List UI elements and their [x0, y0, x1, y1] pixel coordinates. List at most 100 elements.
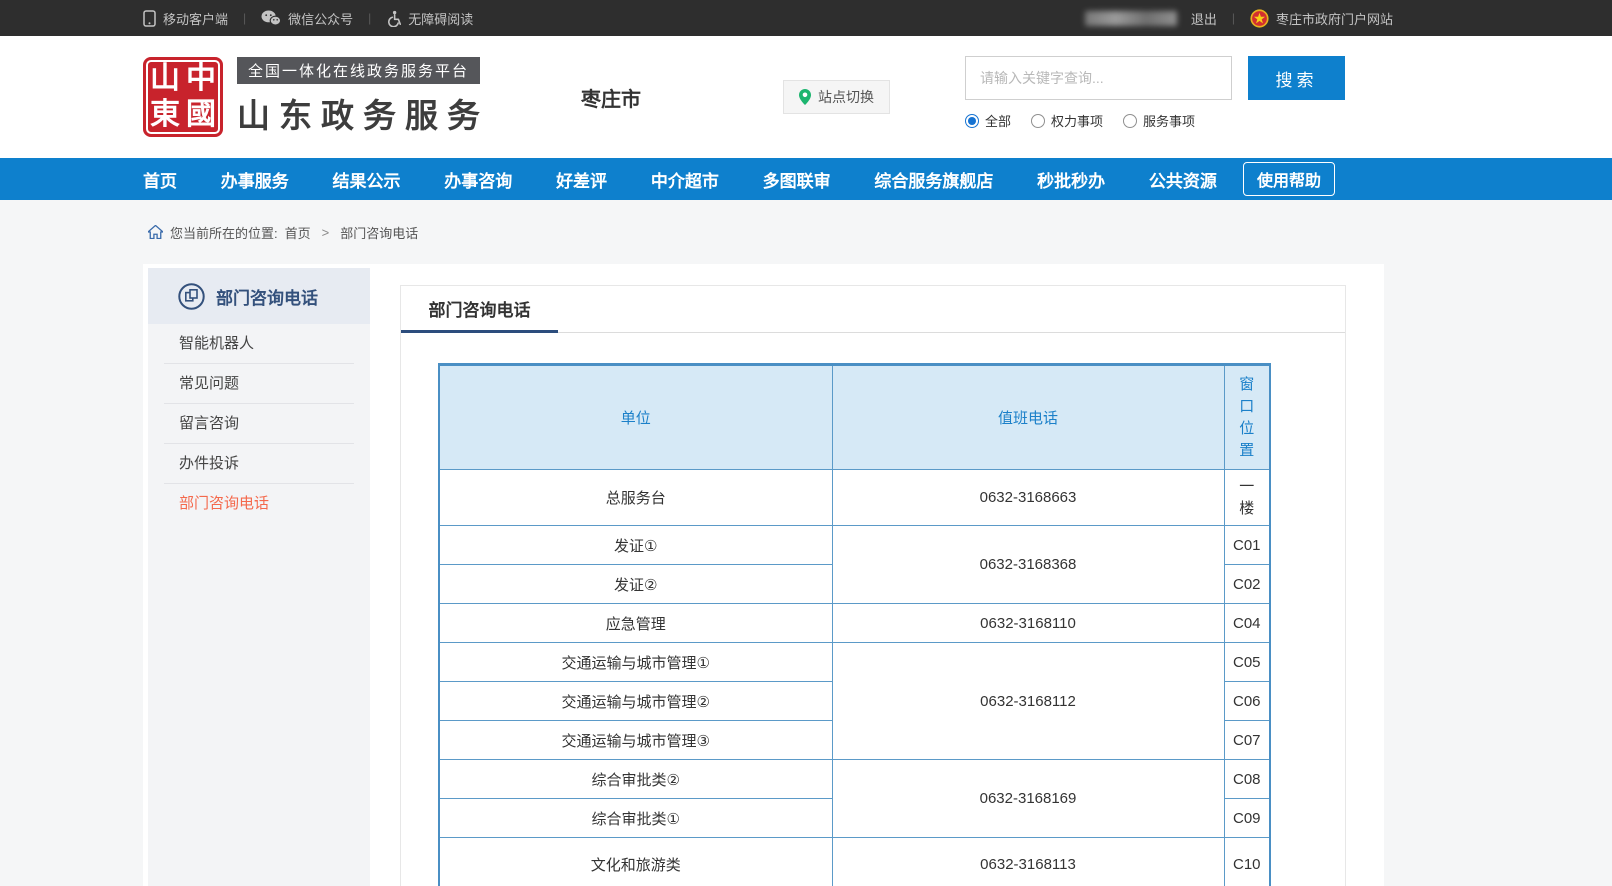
portal-link[interactable]: 枣庄市政府门户网站 — [1250, 9, 1393, 28]
window-cell: C09 — [1224, 799, 1270, 838]
sidebar-item[interactable]: 留言咨询 — [164, 404, 354, 444]
content-card: 部门咨询电话 智能机器人常见问题留言咨询办件投诉部门咨询电话 部门咨询电话 单位… — [143, 264, 1384, 886]
topbar-divider: | — [1232, 11, 1235, 25]
unit-cell: 交通运输与城市管理③ — [439, 721, 832, 760]
search-scope-option[interactable]: 全部 — [965, 111, 1011, 130]
logout-link[interactable]: 退出 — [1191, 9, 1217, 28]
nav-item-3[interactable]: 结果公示 — [333, 167, 401, 192]
window-cell: C05 — [1224, 643, 1270, 682]
masked-username — [1085, 11, 1177, 26]
accessibility-icon — [386, 10, 401, 27]
site-title: 山东政务服务 — [237, 89, 489, 137]
column-header-1: 单位 — [439, 365, 832, 470]
unit-cell: 文化和旅游类 — [439, 838, 832, 886]
tab-department-phones[interactable]: 部门咨询电话 — [401, 286, 558, 333]
nav-help-button[interactable]: 使用帮助 — [1243, 162, 1335, 196]
window-cell: C02 — [1224, 565, 1270, 604]
search-input[interactable] — [965, 56, 1232, 100]
portal-link-label: 枣庄市政府门户网站 — [1276, 9, 1393, 28]
search-scope-option[interactable]: 服务事项 — [1123, 111, 1195, 130]
search-scope-radios: 全部 权力事项 服务事项 — [965, 111, 1375, 130]
table-row: 应急管理0632-3168110C04 — [439, 604, 1270, 643]
topbar-link-accessibility[interactable]: 无障碍阅读 — [386, 9, 473, 28]
topbar: 移动客户端|微信公众号|无障碍阅读 退出 | 枣庄市政府门户网站 — [0, 0, 1612, 36]
unit-cell: 综合审批类① — [439, 799, 832, 838]
sidebar: 部门咨询电话 智能机器人常见问题留言咨询办件投诉部门咨询电话 — [148, 268, 370, 886]
phone-table: 单位值班电话窗口位置 总服务台0632-3168663一楼发证①0632-316… — [438, 363, 1271, 886]
unit-cell: 应急管理 — [439, 604, 832, 643]
table-row: 文化和旅游类0632-3168113C10 — [439, 838, 1270, 886]
nav-item-7[interactable]: 多图联审 — [763, 167, 831, 192]
nav-item-4[interactable]: 办事咨询 — [444, 167, 512, 192]
breadcrumb-home-link[interactable]: 首页 — [285, 223, 311, 242]
seal-character: 中 — [186, 64, 216, 94]
search-scope-option[interactable]: 权力事项 — [1031, 111, 1103, 130]
radio-icon — [1123, 114, 1137, 128]
table-row: 总服务台0632-3168663一楼 — [439, 470, 1270, 526]
logo-text: 全国一体化在线政务服务平台 山东政务服务 — [237, 57, 489, 137]
seal-character: 山 — [150, 64, 180, 94]
window-cell: C10 — [1224, 838, 1270, 886]
topbar-link-wechat[interactable]: 微信公众号 — [261, 9, 353, 28]
window-cell: 一楼 — [1224, 470, 1270, 526]
phone-cell: 0632-3168112 — [832, 643, 1224, 760]
topbar-link-mobile[interactable]: 移动客户端 — [143, 9, 228, 28]
breadcrumb-current: 部门咨询电话 — [340, 223, 418, 242]
radio-checked-icon — [965, 114, 979, 128]
sidebar-header: 部门咨询电话 — [148, 268, 370, 324]
column-header-3: 窗口位置 — [1224, 365, 1270, 470]
window-cell: C08 — [1224, 760, 1270, 799]
search-scope-label: 服务事项 — [1143, 111, 1195, 130]
nav-item-1[interactable]: 首页 — [143, 167, 177, 192]
search-button[interactable]: 搜索 — [1248, 56, 1345, 100]
phone-cell: 0632-3168663 — [832, 470, 1224, 526]
radio-icon — [1031, 114, 1045, 128]
main-nav: 首页 办事服务 结果公示 办事咨询 好差评 中介超市 多图联审 综合服务旗舰店 秒批秒办 公共资源… — [0, 158, 1612, 200]
seal-character: 國 — [186, 100, 216, 130]
breadcrumb-separator: > — [322, 225, 330, 240]
table-body: 总服务台0632-3168663一楼发证①0632-3168368C01发证②C… — [439, 470, 1270, 886]
phone-cell: 0632-3168110 — [832, 604, 1224, 643]
nav-item-9[interactable]: 秒批秒办 — [1037, 167, 1105, 192]
unit-cell: 综合审批类② — [439, 760, 832, 799]
nav-item-5[interactable]: 好差评 — [556, 167, 607, 192]
search-scope-label: 权力事项 — [1051, 111, 1103, 130]
tab-bar: 部门咨询电话 — [401, 286, 1345, 333]
shandong-seal-logo: 山中東國 — [143, 57, 223, 137]
sidebar-item[interactable]: 部门咨询电话 — [164, 484, 354, 524]
seal-character: 東 — [150, 100, 180, 130]
platform-badge: 全国一体化在线政务服务平台 — [237, 57, 480, 84]
table-header-row: 单位值班电话窗口位置 — [439, 365, 1270, 470]
site-switch-label: 站点切换 — [818, 87, 874, 107]
sidebar-item[interactable]: 办件投诉 — [164, 444, 354, 484]
pages-icon — [178, 283, 205, 310]
window-cell: C06 — [1224, 682, 1270, 721]
nav-item-10[interactable]: 公共资源 — [1149, 167, 1217, 192]
table-row: 综合审批类②0632-3168169C08 — [439, 760, 1270, 799]
window-cell: C01 — [1224, 526, 1270, 565]
breadcrumb-prefix: 您当前所在的位置: — [170, 223, 278, 242]
phone-table-wrap: 单位值班电话窗口位置 总服务台0632-3168663一楼发证①0632-316… — [401, 333, 1345, 886]
search-area: 搜索 全部 权力事项 服务事项 — [965, 56, 1375, 130]
unit-cell: 发证② — [439, 565, 832, 604]
main-panel: 部门咨询电话 单位值班电话窗口位置 总服务台0632-3168663一楼发证①0… — [400, 285, 1346, 886]
home-icon — [148, 225, 163, 239]
sidebar-item[interactable]: 常见问题 — [164, 364, 354, 404]
sidebar-item[interactable]: 智能机器人 — [164, 324, 354, 364]
phone-cell: 0632-3168169 — [832, 760, 1224, 838]
nav-item-6[interactable]: 中介超市 — [651, 167, 719, 192]
unit-cell: 交通运输与城市管理① — [439, 643, 832, 682]
unit-cell: 发证① — [439, 526, 832, 565]
mobile-icon — [143, 10, 156, 27]
window-cell: C07 — [1224, 721, 1270, 760]
nav-item-8[interactable]: 综合服务旗舰店 — [874, 167, 993, 192]
site-logo[interactable]: 山中東國 全国一体化在线政务服务平台 山东政务服务 — [143, 57, 489, 137]
table-row: 交通运输与城市管理①0632-3168112C05 — [439, 643, 1270, 682]
window-cell: C04 — [1224, 604, 1270, 643]
site-header: 山中東國 全国一体化在线政务服务平台 山东政务服务 枣庄市 站点切换 搜索 全部… — [0, 36, 1612, 158]
nav-item-2[interactable]: 办事服务 — [221, 167, 289, 192]
topbar-link-label: 无障碍阅读 — [408, 9, 473, 28]
phone-cell: 0632-3168113 — [832, 838, 1224, 886]
topbar-divider: | — [243, 11, 246, 25]
site-switch-button[interactable]: 站点切换 — [783, 80, 890, 114]
